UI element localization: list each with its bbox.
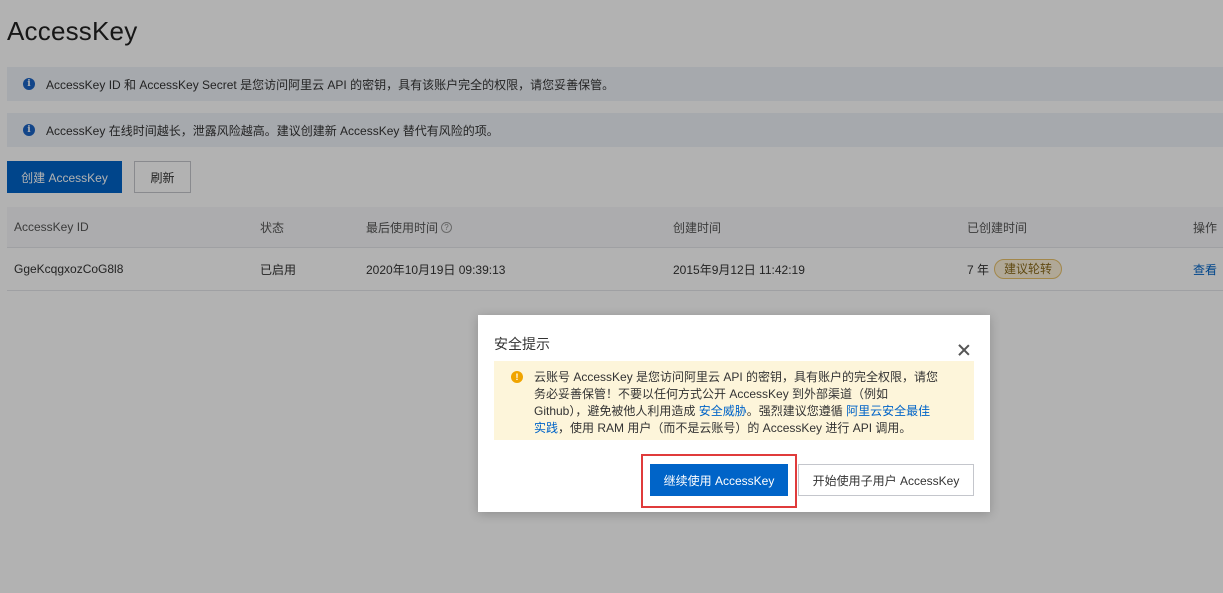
warning-text: ，使用 RAM 用户（而不是云账号）的 AccessKey 进行 API 调用。 bbox=[558, 421, 912, 435]
warning-line: 实践，使用 RAM 用户（而不是云账号）的 AccessKey 进行 API 调… bbox=[534, 420, 962, 437]
warning-text: Github），避免被他人利用造成 bbox=[534, 404, 699, 418]
use-subuser-accesskey-button[interactable]: 开始使用子用户 AccessKey bbox=[798, 464, 974, 496]
dialog-title: 安全提示 bbox=[494, 336, 550, 352]
best-practice-link[interactable]: 阿里云安全最佳 bbox=[846, 404, 930, 418]
close-icon[interactable] bbox=[958, 344, 970, 356]
warning-icon: ! bbox=[511, 371, 523, 383]
continue-accesskey-button[interactable]: 继续使用 AccessKey bbox=[650, 464, 788, 496]
security-threat-link[interactable]: 安全威胁 bbox=[699, 404, 747, 418]
warning-message: ! 云账号 AccessKey 是您访问阿里云 API 的密钥，具有账户的完全权… bbox=[494, 361, 974, 440]
warning-line: 云账号 AccessKey 是您访问阿里云 API 的密钥，具有账户的完全权限，… bbox=[534, 370, 939, 384]
warning-line: 务必妥善保管！不要以任何方式公开 AccessKey 到外部渠道（例如 bbox=[534, 387, 889, 401]
best-practice-link[interactable]: 实践 bbox=[534, 421, 558, 435]
warning-line: Github），避免被他人利用造成 安全威胁。强烈建议您遵循 阿里云安全最佳 bbox=[534, 403, 962, 420]
warning-text: 。强烈建议您遵循 bbox=[746, 404, 847, 418]
security-dialog: 安全提示 ! 云账号 AccessKey 是您访问阿里云 API 的密钥，具有账… bbox=[478, 315, 990, 512]
